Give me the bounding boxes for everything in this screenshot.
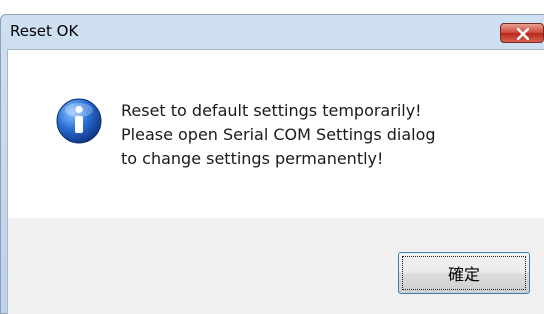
- ok-button[interactable]: 確定: [398, 252, 530, 294]
- close-icon: [517, 28, 529, 40]
- info-icon: [56, 98, 102, 144]
- close-button[interactable]: [500, 23, 544, 43]
- ok-button-label: 確定: [402, 256, 526, 290]
- message-line: Please open Serial COM Settings dialog: [121, 125, 436, 144]
- message-line: Reset to default settings temporarily!: [121, 101, 422, 120]
- message-text: Reset to default settings temporarily! P…: [121, 99, 436, 171]
- title-bar[interactable]: Reset OK: [1, 15, 544, 49]
- dialog-window: Reset OK Reset to default settings tempo…: [0, 14, 544, 314]
- window-title: Reset OK: [10, 22, 79, 40]
- dialog-content: Reset to default settings temporarily! P…: [7, 49, 544, 314]
- message-line: to change settings permanently!: [121, 149, 384, 168]
